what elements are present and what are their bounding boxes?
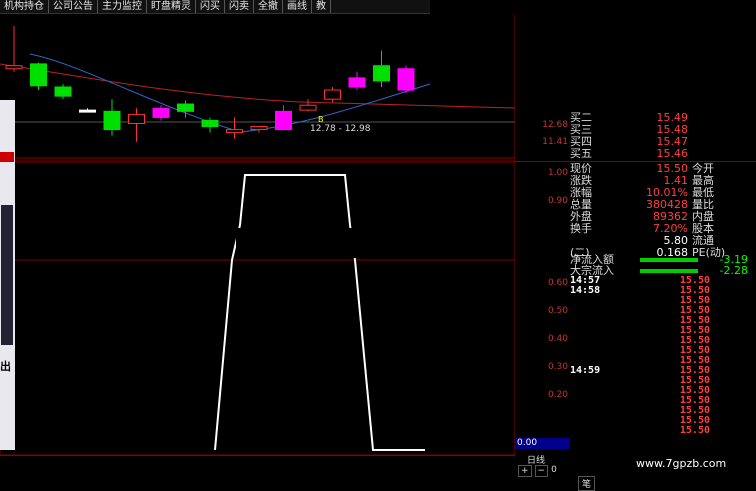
zoom-in-button[interactable]: + <box>518 465 532 477</box>
tick-row: 15.50 <box>570 376 756 386</box>
zoom-out-button[interactable]: − <box>534 465 549 477</box>
tick-time <box>570 416 630 426</box>
tick-row: 15.50 <box>570 296 756 306</box>
tab-3[interactable]: 盯盘精灵 <box>147 0 196 13</box>
indicator-line <box>214 174 425 451</box>
axis-label: 0.40 <box>547 334 568 344</box>
indicator-current-value: 0.00 <box>517 438 538 448</box>
candle-body <box>128 113 145 124</box>
price-label-2: 11.41 <box>542 137 568 147</box>
candle-body <box>54 86 72 97</box>
tick-time <box>570 326 630 336</box>
top-toolbar: 机构持仓 公司公告 主力监控 盯盘精灵 闪买 闪卖 全撤 画线教 <box>0 0 430 14</box>
tick-time: 14:59 <box>570 365 601 376</box>
tick-time <box>570 316 630 326</box>
indicator-axis: 1.00 0.90 0.60 0.50 0.40 0.30 0.20 <box>518 168 568 458</box>
tick-row: 15.50 <box>570 396 756 406</box>
axis-label: 0.50 <box>547 306 568 316</box>
tick-time: 14:58 <box>570 285 601 296</box>
tab-2[interactable]: 主力监控 <box>98 0 147 13</box>
candle-body <box>226 129 243 134</box>
candle-body <box>348 77 366 88</box>
flow-bar <box>640 268 698 273</box>
tab-0[interactable]: 机构持仓 <box>0 0 49 13</box>
candle-body <box>5 65 23 70</box>
tick-row: 15.50 <box>570 426 756 436</box>
indicator-value-box: 0.00 <box>515 438 570 449</box>
b-marker: B <box>318 115 324 124</box>
tick-time <box>570 426 630 436</box>
tick-time <box>570 376 630 386</box>
tab-7[interactable]: 画线 <box>283 0 312 13</box>
tab-6[interactable]: 全撤 <box>254 0 283 13</box>
tab-8[interactable]: 教 <box>312 0 331 13</box>
tick-time <box>570 336 630 346</box>
tick-price: 15.50 <box>679 425 710 436</box>
tick-time <box>570 396 630 406</box>
kline-chart[interactable]: 12.78 - 12.98 B <box>0 14 515 160</box>
ma-line-blue <box>29 53 431 133</box>
candle-body <box>250 126 268 131</box>
axis-label: 1.00 <box>547 168 568 178</box>
candle-body <box>299 104 317 111</box>
candle-body <box>103 110 121 131</box>
ask-row[interactable]: 买五 15.46 <box>570 148 756 160</box>
indicator-chart[interactable]: 9 <box>0 160 515 455</box>
tab-1[interactable]: 公司公告 <box>49 0 98 13</box>
tick-list[interactable]: 14:57 15.50 14:58 15.50 15.50 15.50 15.50 15.50… <box>570 276 756 436</box>
candle-body <box>30 63 47 87</box>
tick-time <box>570 406 630 416</box>
candle-body <box>79 109 96 113</box>
tick-row: 15.50 <box>570 316 756 326</box>
candle-body <box>152 107 170 118</box>
axis-label: 0.60 <box>547 278 568 288</box>
candle-body <box>275 110 292 131</box>
tick-row: 15.50 <box>570 346 756 356</box>
axis-label: 0.90 <box>547 196 568 206</box>
left-popup-text: 出 <box>0 360 11 373</box>
tick-row: 15.50 <box>570 336 756 346</box>
tick-time <box>570 386 630 396</box>
range-label: 12.78 - 12.98 <box>310 124 371 134</box>
candle-body <box>373 65 390 82</box>
tick-row: 15.50 <box>570 386 756 396</box>
tick-row: 15.50 <box>570 406 756 416</box>
tick-row: 14:59 15.50 <box>570 366 756 376</box>
ask-label: 买五 <box>570 147 592 160</box>
bottom-tab[interactable]: 笔 <box>578 476 596 491</box>
tick-time <box>570 346 630 356</box>
tick-time <box>570 306 630 316</box>
axis-label: 0.30 <box>547 362 568 372</box>
ask-price: 15.46 <box>656 147 689 160</box>
tick-row: 15.50 <box>570 416 756 426</box>
tick-row: 15.50 <box>570 306 756 316</box>
left-popup: 出 <box>0 100 15 450</box>
flow-bar <box>640 257 698 262</box>
price-label-1: 12.68 <box>542 120 568 130</box>
candle-body <box>397 68 415 91</box>
candle-body <box>177 103 194 112</box>
zoom-value: 0 <box>551 465 557 475</box>
tab-5[interactable]: 闪卖 <box>225 0 254 13</box>
axis-label: 0.20 <box>547 390 568 400</box>
ma-line-red <box>0 63 515 109</box>
stat-label: 换手 <box>570 222 592 235</box>
stat-row: 换手 7.20% 股本 <box>570 223 756 235</box>
tab-4[interactable]: 闪买 <box>196 0 225 13</box>
flow-panel: 净流入额 -3.19 大宗流入 -2.28 <box>570 254 756 276</box>
quote-panel: 买二 15.49 买三 15.48 买四 15.47 买五 15.46 现价 15.50 今开 涨跌 1… <box>515 112 756 259</box>
tick-row: 14:58 15.50 <box>570 286 756 296</box>
candle-body <box>201 119 219 128</box>
watermark: www.7gpzb.com <box>636 457 727 470</box>
stat-row: 现价 15.50 今开 <box>570 163 756 175</box>
tick-time <box>570 296 630 306</box>
candle-body <box>324 89 341 100</box>
tick-row: 15.50 <box>570 326 756 336</box>
